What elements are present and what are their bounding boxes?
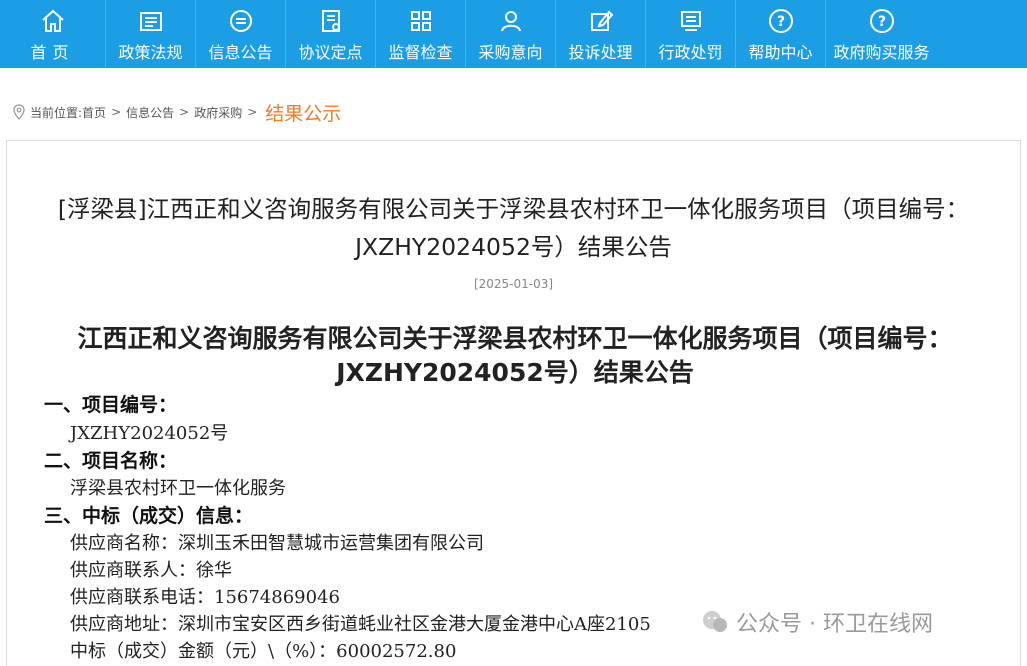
project-number-value: JXZHY2024052号 bbox=[70, 423, 229, 444]
home-icon bbox=[41, 9, 64, 32]
section-heading-award-info: 三、中标（成交）信息： bbox=[44, 505, 254, 527]
nav-agreements[interactable]: 协议定点 bbox=[286, 0, 376, 68]
nav-policy[interactable]: 政策法规 bbox=[106, 0, 196, 68]
nav-label: 政策法规 bbox=[118, 43, 183, 62]
watermark: 公众号 · 环卫在线网 bbox=[700, 606, 933, 638]
breadcrumb: 当前位置: 首页 > 信息公告 > 政府采购 > 结果公示 bbox=[0, 94, 341, 130]
nav-label: 首页 bbox=[30, 43, 75, 62]
nav-gov-services[interactable]: ? 政府购买服务 bbox=[826, 0, 937, 68]
section-heading-project-name: 二、项目名称： bbox=[44, 450, 178, 472]
nav-home[interactable]: 首页 bbox=[0, 0, 106, 68]
document-list-icon bbox=[139, 12, 162, 31]
nav-label: 监督检查 bbox=[388, 43, 453, 62]
breadcrumb-separator: > bbox=[179, 105, 190, 119]
supplier-contact: 供应商联系人：徐华 bbox=[70, 560, 232, 581]
nav-procurement-intent[interactable]: 采购意向 bbox=[466, 0, 556, 68]
help-icon: ? bbox=[768, 9, 793, 33]
nav-announcements[interactable]: 信息公告 bbox=[196, 0, 286, 68]
publish-date: [2025-01-03] bbox=[473, 277, 554, 291]
article-title: 江西正和义咨询服务有限公司关于浮梁县农村环卫一体化服务项目（项目编号：JXZHY… bbox=[77, 324, 953, 387]
supplier-name: 供应商名称：深圳玉禾田智慧城市运营集团有限公司 bbox=[70, 533, 484, 554]
breadcrumb-home-link[interactable]: 首页 bbox=[82, 104, 106, 121]
grid-icon bbox=[410, 11, 431, 31]
nav-complaints[interactable]: 投诉处理 bbox=[556, 0, 646, 68]
supplier-phone: 供应商联系电话：15674869046 bbox=[70, 587, 340, 608]
nav-label: 行政处罚 bbox=[658, 43, 723, 62]
svg-text:?: ? bbox=[877, 14, 885, 30]
nav-penalties[interactable]: 行政处罚 bbox=[646, 0, 736, 68]
nav-inspection[interactable]: 监督检查 bbox=[376, 0, 466, 68]
nav-label: 采购意向 bbox=[478, 43, 543, 62]
contract-icon bbox=[321, 10, 340, 32]
nav-label: 信息公告 bbox=[208, 43, 273, 62]
breadcrumb-procurement-link[interactable]: 政府采购 bbox=[194, 104, 242, 121]
breadcrumb-announcements-link[interactable]: 信息公告 bbox=[126, 104, 174, 121]
page-title: [浮梁县]江西正和义咨询服务有限公司关于浮梁县农村环卫一体化服务项目（项目编号：… bbox=[57, 195, 970, 261]
breadcrumb-separator: > bbox=[111, 105, 122, 119]
location-pin-icon bbox=[13, 104, 25, 120]
award-amount: 中标（成交）金额（元）\（%）：60002572.80 bbox=[70, 641, 457, 662]
breadcrumb-prefix: 当前位置: bbox=[30, 105, 83, 120]
announcement-icon bbox=[229, 10, 252, 32]
edit-icon bbox=[590, 10, 613, 31]
penalty-icon bbox=[680, 11, 701, 31]
breadcrumb-separator: > bbox=[247, 105, 258, 119]
top-navigation: 首页 政策法规 信息公告 协议定点 监督检查 采购意向 投诉处理 行政处罚 ? … bbox=[0, 0, 1027, 68]
watermark-text: 公众号 · 环卫在线网 bbox=[736, 612, 933, 637]
section-heading-project-number: 一、项目编号： bbox=[44, 394, 178, 416]
nav-label: 协议定点 bbox=[298, 43, 363, 62]
wechat-icon bbox=[703, 611, 727, 632]
nav-label: 投诉处理 bbox=[568, 43, 633, 62]
svg-text:?: ? bbox=[776, 14, 784, 30]
nav-label: 政府购买服务 bbox=[833, 43, 930, 62]
project-name-value: 浮梁县农村环卫一体化服务 bbox=[70, 478, 286, 499]
help-icon: ? bbox=[869, 9, 894, 33]
breadcrumb-current: 结果公示 bbox=[265, 102, 342, 125]
supplier-address: 供应商地址：深圳市宝安区西乡街道蚝业社区金港大厦金港中心A座2105 bbox=[70, 614, 651, 635]
nav-help-center[interactable]: ? 帮助中心 bbox=[736, 0, 826, 68]
user-icon bbox=[500, 11, 521, 32]
nav-label: 帮助中心 bbox=[748, 43, 813, 62]
